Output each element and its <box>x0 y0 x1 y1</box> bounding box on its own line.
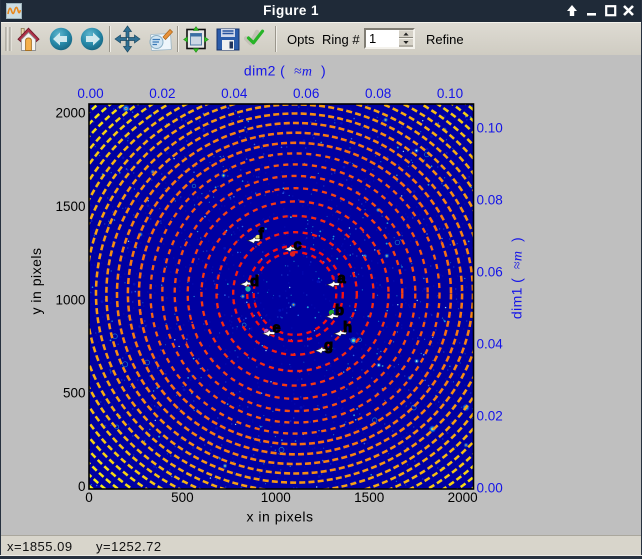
svg-text:1000: 1000 <box>261 490 291 505</box>
svg-text:h: h <box>343 320 352 336</box>
svg-text:500: 500 <box>171 490 194 505</box>
svg-text:2000: 2000 <box>55 106 85 121</box>
svg-text:2000: 2000 <box>448 490 478 505</box>
svg-text:g: g <box>324 338 333 354</box>
svg-text:0.02: 0.02 <box>477 409 503 424</box>
svg-text:0: 0 <box>78 479 86 494</box>
svg-text:dim2 ( ≈m ): dim2 ( ≈m ) <box>244 63 326 80</box>
svg-text:a: a <box>337 271 346 287</box>
svg-text:0.10: 0.10 <box>437 86 463 101</box>
svg-text:0.04: 0.04 <box>477 337 504 352</box>
svg-text:0: 0 <box>85 490 93 505</box>
svg-text:0.08: 0.08 <box>365 86 391 101</box>
svg-text:0.04: 0.04 <box>221 86 248 101</box>
svg-text:x in pixels: x in pixels <box>247 509 314 525</box>
svg-text:0.00: 0.00 <box>477 481 503 496</box>
svg-text:0.10: 0.10 <box>477 121 503 136</box>
svg-text:e: e <box>272 321 280 337</box>
svg-text:y in pixels: y in pixels <box>28 248 44 315</box>
svg-text:dim1 ( ≈m ): dim1 ( ≈m ) <box>509 237 526 319</box>
svg-text:c: c <box>293 238 301 254</box>
svg-text:0.02: 0.02 <box>149 86 175 101</box>
svg-text:1500: 1500 <box>354 490 384 505</box>
svg-text:0.06: 0.06 <box>477 265 503 280</box>
svg-text:0.06: 0.06 <box>293 86 319 101</box>
svg-text:1500: 1500 <box>55 199 85 214</box>
svg-text:d: d <box>250 274 259 290</box>
svg-text:0.08: 0.08 <box>477 193 503 208</box>
svg-text:1000: 1000 <box>55 292 85 307</box>
svg-text:0.00: 0.00 <box>77 86 103 101</box>
svg-text:500: 500 <box>63 386 86 401</box>
svg-text:f: f <box>259 227 264 243</box>
svg-text:b: b <box>335 303 344 319</box>
